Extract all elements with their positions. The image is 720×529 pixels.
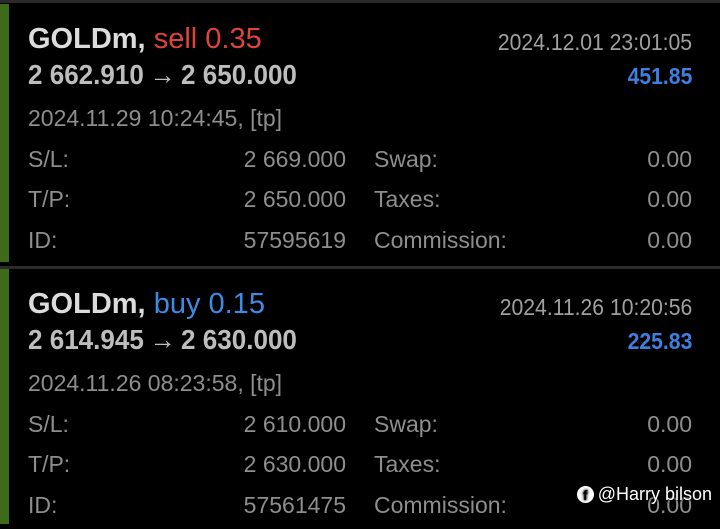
facebook-icon: f bbox=[576, 485, 594, 503]
deal-profit: 225.83 bbox=[627, 328, 692, 354]
taxes-value: 0.00 bbox=[647, 451, 692, 477]
tp-label: T/P: bbox=[28, 451, 71, 477]
deal-side: sell 0.35 bbox=[153, 23, 262, 55]
watermark-text: @Harry bilson bbox=[597, 484, 712, 504]
taxes-label: Taxes: bbox=[374, 186, 441, 212]
arrow-right-icon: → bbox=[149, 324, 176, 355]
deal-symbol: GOLDm, bbox=[28, 23, 146, 55]
id-label: ID: bbox=[28, 492, 58, 518]
detail-row-tp: T/P: 2 630.000 Taxes: 0.00 bbox=[0, 449, 720, 479]
tp-value: 2 630.000 bbox=[243, 451, 346, 477]
price-open: 2 662.910 bbox=[28, 59, 144, 90]
deal-side: buy 0.15 bbox=[153, 288, 265, 320]
detail-row-tp: T/P: 2 650.000 Taxes: 0.00 bbox=[0, 184, 720, 214]
commission-value: 0.00 bbox=[647, 227, 692, 253]
detail-row-sl: S/L: 2 610.000 Swap: 0.00 bbox=[0, 409, 720, 439]
arrow-right-icon: → bbox=[149, 59, 176, 90]
deal-open-time: 2024.11.29 10:24:45, [tp] bbox=[28, 105, 283, 131]
deal-close-time: 2024.12.01 23:01:05 bbox=[497, 29, 692, 55]
deal-open-time: 2024.11.26 08:23:58, [tp] bbox=[28, 370, 283, 396]
sl-label: S/L: bbox=[28, 146, 69, 172]
deal-prices: 2 614.945 → 2 630.000 bbox=[28, 323, 297, 357]
swap-value: 0.00 bbox=[647, 411, 692, 437]
deal-prices: 2 662.910 → 2 650.000 bbox=[28, 58, 297, 92]
price-open: 2 614.945 bbox=[28, 324, 144, 355]
tp-value: 2 650.000 bbox=[243, 186, 346, 212]
deal-header: GOLDm, sell 0.35 bbox=[28, 22, 262, 56]
deal-accent-bar bbox=[0, 4, 9, 262]
price-close: 2 650.000 bbox=[181, 59, 297, 90]
top-divider bbox=[0, 0, 720, 3]
sl-value: 2 669.000 bbox=[243, 146, 346, 172]
swap-label: Swap: bbox=[374, 146, 438, 172]
commission-label: Commission: bbox=[374, 492, 507, 518]
deal-profit: 451.85 bbox=[627, 63, 692, 89]
price-close: 2 630.000 bbox=[181, 324, 297, 355]
swap-value: 0.00 bbox=[647, 146, 692, 172]
sl-value: 2 610.000 bbox=[243, 411, 346, 437]
deal-header: GOLDm, buy 0.15 bbox=[28, 287, 265, 321]
detail-row-id: ID: 57595619 Commission: 0.00 bbox=[0, 225, 720, 255]
taxes-value: 0.00 bbox=[647, 186, 692, 212]
taxes-label: Taxes: bbox=[374, 451, 441, 477]
id-label: ID: bbox=[28, 227, 58, 253]
id-value: 57595619 bbox=[243, 227, 346, 253]
deal-symbol: GOLDm, bbox=[28, 288, 146, 320]
deal-close-time: 2024.11.26 10:20:56 bbox=[499, 294, 692, 320]
deal-item[interactable]: GOLDm, sell 0.35 2024.12.01 23:01:05 2 6… bbox=[0, 4, 720, 262]
deal-accent-bar bbox=[0, 269, 9, 524]
detail-row-sl: S/L: 2 669.000 Swap: 0.00 bbox=[0, 144, 720, 174]
id-value: 57561475 bbox=[243, 492, 346, 518]
tp-label: T/P: bbox=[28, 186, 71, 212]
swap-label: Swap: bbox=[374, 411, 438, 437]
sl-label: S/L: bbox=[28, 411, 69, 437]
watermark: f @Harry bilson bbox=[576, 483, 712, 505]
commission-label: Commission: bbox=[374, 227, 507, 253]
